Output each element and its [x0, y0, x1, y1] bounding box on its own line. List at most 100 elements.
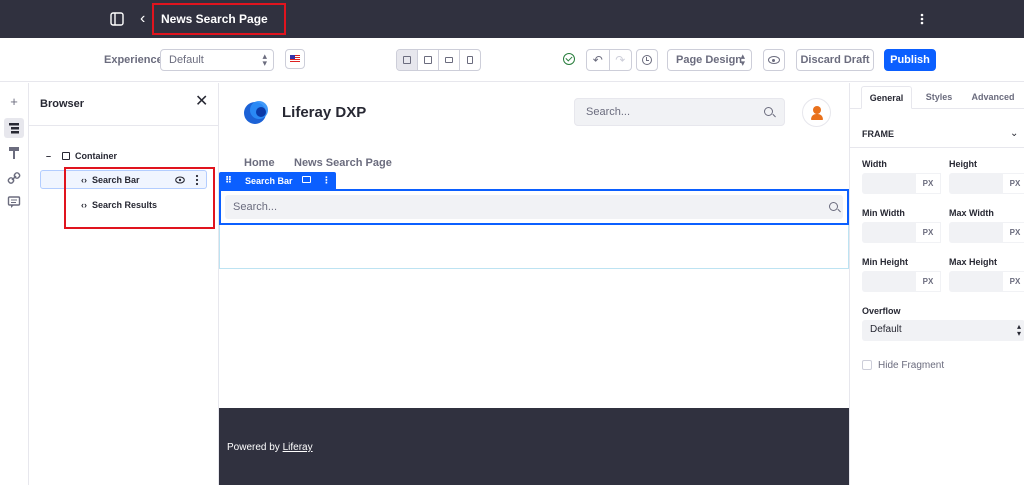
search-bar-fragment[interactable]: Search... — [219, 189, 849, 225]
comment-icon[interactable] — [302, 176, 311, 183]
nav-home[interactable]: Home — [244, 157, 275, 169]
select-caret-icon: ▴ ▾ — [1016, 322, 1021, 338]
nav-news-search-page[interactable]: News Search Page — [294, 157, 392, 169]
height-label: Height — [949, 159, 977, 169]
user-icon — [811, 106, 823, 120]
max-width-input[interactable]: PX — [949, 222, 1024, 243]
undo-redo-group: ↶ ↷ — [586, 49, 632, 71]
unit-select[interactable]: PX — [915, 271, 941, 292]
chevron-down-icon[interactable]: ⌄ — [1010, 128, 1018, 139]
max-width-label: Max Width — [949, 208, 994, 218]
collapse-icon[interactable]: – — [46, 151, 51, 161]
height-input[interactable]: PX — [949, 173, 1024, 194]
close-icon[interactable]: ✕ — [195, 94, 208, 110]
fragment-topper: ⠿ Search Bar ⋮ — [219, 172, 336, 189]
search-icon[interactable] — [764, 107, 773, 116]
min-width-label: Min Width — [862, 208, 905, 218]
experience-label: Experience — [104, 54, 163, 66]
divider — [29, 125, 219, 126]
unit-select[interactable]: PX — [1002, 173, 1024, 194]
unit-select[interactable]: PX — [915, 173, 941, 194]
fragment-search-input[interactable]: Search... — [225, 195, 843, 219]
browser-panel: Browser ✕ – Container ‹› Search Bar ‹› Sear… — [29, 83, 219, 485]
tab-advanced[interactable]: Advanced — [968, 86, 1018, 109]
page-title: News Search Page — [161, 12, 268, 26]
width-label: Width — [862, 159, 887, 169]
page-footer: Powered by Liferay — [219, 408, 849, 485]
page-design-label: Page Design — [676, 54, 743, 66]
viewport-desktop-button[interactable] — [397, 50, 418, 70]
unit-select[interactable]: PX — [1002, 271, 1024, 292]
overflow-value: Default — [870, 324, 902, 335]
page-design-select[interactable]: Page Design ▴ ▾ — [667, 49, 752, 71]
hide-fragment-label: Hide Fragment — [878, 360, 945, 371]
saved-check-icon — [563, 53, 575, 65]
footer-powered: Powered by — [227, 442, 283, 453]
experience-select[interactable]: Default ▴ ▾ — [160, 49, 274, 71]
max-height-label: Max Height — [949, 257, 998, 267]
viewport-switcher — [396, 49, 481, 71]
liferay-logo-icon — [244, 101, 268, 124]
site-brand: Liferay DXP — [282, 104, 367, 121]
search-placeholder: Search... — [586, 106, 631, 118]
width-input[interactable]: PX — [862, 173, 941, 194]
tree-item-container[interactable]: – Container — [46, 151, 117, 161]
overflow-select[interactable]: Default ▴ ▾ — [862, 320, 1024, 341]
history-icon — [642, 55, 652, 65]
tree-item-label: Container — [75, 151, 118, 161]
link-icon[interactable] — [7, 171, 21, 185]
discard-draft-button[interactable]: Discard Draft — [796, 49, 874, 71]
viewport-portrait-button[interactable] — [460, 50, 480, 70]
unit-select[interactable]: PX — [915, 222, 941, 243]
min-height-label: Min Height — [862, 257, 908, 267]
max-height-input[interactable]: PX — [949, 271, 1024, 292]
portrait-phone-icon — [467, 56, 473, 64]
drag-handle-icon[interactable]: ⠿ — [225, 174, 232, 186]
search-placeholder: Search... — [233, 201, 278, 213]
eye-icon — [768, 56, 780, 64]
user-avatar-button[interactable] — [802, 98, 831, 127]
top-bar: ‹ News Search Page — [0, 0, 1024, 38]
add-fragment-icon[interactable]: + — [7, 95, 21, 109]
preview-button[interactable] — [763, 49, 785, 71]
kebab-menu-icon[interactable] — [916, 10, 928, 28]
header-search-input[interactable]: Search... — [574, 98, 785, 126]
publish-button[interactable]: Publish — [884, 49, 936, 71]
viewport-landscape-button[interactable] — [439, 50, 460, 70]
sidebar-toggle-icon[interactable] — [110, 12, 124, 26]
left-rail: + — [0, 83, 29, 485]
undo-icon[interactable]: ↶ — [587, 50, 610, 70]
frame-section-title[interactable]: FRAME — [862, 129, 894, 139]
tab-general[interactable]: General — [861, 86, 912, 109]
unit-select[interactable]: PX — [1002, 222, 1024, 243]
history-button[interactable] — [636, 49, 658, 71]
container-icon — [62, 152, 71, 160]
overflow-label: Overflow — [862, 306, 901, 316]
hide-fragment-checkbox[interactable]: Hide Fragment — [862, 360, 944, 371]
footer-text: Powered by Liferay — [227, 442, 313, 453]
min-height-input[interactable]: PX — [862, 271, 941, 292]
paint-roller-icon[interactable] — [7, 146, 21, 160]
language-selector-button[interactable] — [285, 49, 305, 69]
landscape-phone-icon — [445, 57, 453, 63]
comments-icon[interactable] — [7, 195, 21, 209]
redo-icon[interactable]: ↷ — [610, 50, 632, 70]
fragment-name: Search Bar — [245, 176, 293, 186]
tab-styles[interactable]: Styles — [918, 86, 960, 109]
select-caret-icon: ▴ ▾ — [262, 51, 267, 68]
checkbox-icon[interactable] — [862, 360, 872, 370]
footer-link[interactable]: Liferay — [283, 442, 313, 453]
min-width-input[interactable]: PX — [862, 222, 941, 243]
back-chevron-icon[interactable]: ‹ — [140, 10, 145, 28]
search-icon[interactable] — [829, 202, 838, 211]
select-caret-icon: ▴ ▾ — [740, 51, 745, 68]
us-flag-icon — [290, 55, 300, 63]
configuration-panel: General Styles Advanced FRAME ⌄ Width He… — [849, 83, 1024, 485]
viewport-tablet-button[interactable] — [418, 50, 439, 70]
divider — [850, 147, 1024, 148]
browser-tree-icon[interactable] — [4, 118, 24, 138]
kebab-menu-icon[interactable]: ⋮ — [322, 174, 331, 186]
browser-title: Browser — [40, 98, 85, 110]
desktop-icon — [403, 56, 411, 64]
experience-value: Default — [169, 54, 204, 66]
